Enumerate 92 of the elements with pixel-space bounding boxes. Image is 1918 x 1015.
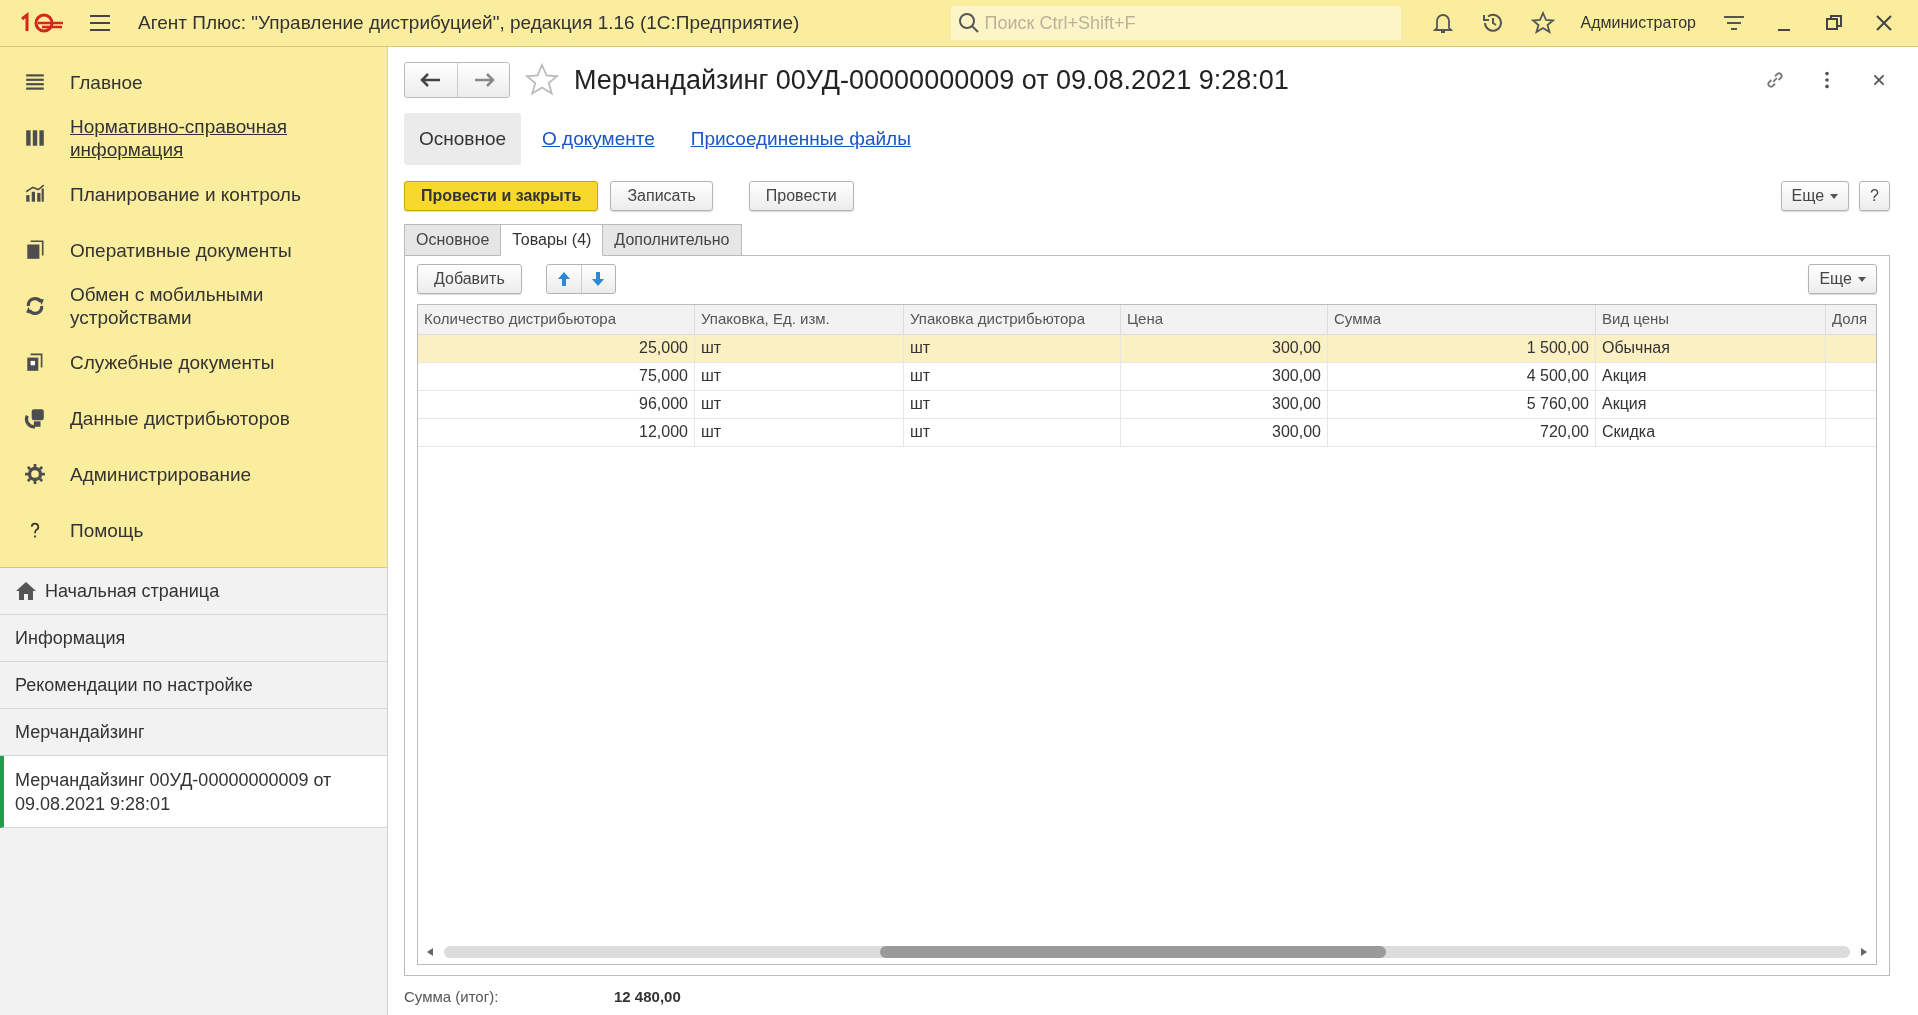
caret-icon: [1858, 277, 1866, 283]
search-field[interactable]: Поиск Ctrl+Shift+F: [950, 6, 1401, 40]
column-header[interactable]: Упаковка, Ед. изм.: [695, 305, 904, 334]
table-cell: Скидка: [1602, 423, 1656, 440]
table-row[interactable]: 75,000 шт шт 300,00 4 500,00 Акция: [418, 363, 1876, 391]
table-cell: шт: [701, 395, 722, 412]
table-cell: 300,00: [1272, 339, 1321, 356]
total-value: 12 480,00: [614, 987, 681, 1005]
nav-tab[interactable]: Присоединенные файлы: [675, 113, 926, 165]
scroll-left-icon[interactable]: [426, 948, 434, 956]
nav-tab[interactable]: Основное: [404, 113, 522, 165]
table-cell: 4 500,00: [1526, 367, 1589, 384]
sidebar-item[interactable]: Нормативно-справочная информация: [70, 115, 387, 161]
sidebar-item[interactable]: Обмен с мобильными устройствами: [70, 283, 387, 329]
sidebar-item[interactable]: Служебные документы: [70, 350, 275, 374]
menu-icon[interactable]: [88, 13, 112, 33]
table-cell: Акция: [1602, 367, 1647, 384]
user-name[interactable]: Администратор: [1580, 14, 1696, 32]
section-icon: [24, 407, 46, 429]
table-cell: 96,000: [639, 395, 688, 412]
search-icon: [956, 11, 981, 35]
caret-icon: [1830, 194, 1839, 200]
command-button[interactable]: Провести: [748, 181, 854, 211]
section-icon: [24, 71, 46, 93]
arrow-left-icon: [420, 72, 442, 88]
sidebar-item[interactable]: Планирование и контроль: [70, 182, 301, 206]
scroll-right-icon[interactable]: [1860, 948, 1868, 956]
open-window-item[interactable]: Мерчандайзинг 00УД-00000000009 от 09.08.2021 9:28:01: [0, 756, 387, 828]
column-header[interactable]: Доля: [1826, 305, 1876, 334]
section-icon: [24, 463, 46, 485]
add-button[interactable]: Добавить: [417, 264, 522, 294]
sidebar-item[interactable]: Администрирование: [70, 462, 252, 486]
document-title: Мерчандайзинг 00УД-00000000009 от 09.08.2021 9:28:01: [574, 64, 1289, 96]
table-cell: шт: [910, 339, 931, 356]
section-icon: [24, 127, 46, 149]
sidebar-item[interactable]: Помощь: [70, 518, 144, 542]
help-button[interactable]: ?: [1859, 181, 1890, 211]
table-cell: 5 760,00: [1526, 395, 1589, 412]
arrow-down-icon: [591, 271, 606, 287]
home-icon: [15, 580, 37, 602]
arrow-up-icon: [556, 271, 571, 287]
table-row[interactable]: 96,000 шт шт 300,00 5 760,00 Акция: [418, 391, 1876, 419]
tab[interactable]: Основное: [404, 224, 502, 256]
total-label: Сумма (итог):: [404, 987, 500, 1005]
section-icon: [24, 295, 46, 317]
bell-icon[interactable]: [1430, 11, 1455, 35]
history-icon[interactable]: [1480, 11, 1505, 35]
section-icon: [24, 183, 46, 205]
sidebar-item[interactable]: Данные дистрибьюторов: [70, 406, 290, 430]
tab[interactable]: Товары (4): [500, 224, 604, 256]
arrow-right-icon: [472, 72, 495, 88]
open-window-item[interactable]: Рекомендации по настройке: [0, 662, 387, 709]
table-cell: Обычная: [1602, 339, 1670, 356]
table-cell: 300,00: [1272, 395, 1321, 412]
table-cell: Акция: [1602, 395, 1647, 412]
table-cell: шт: [910, 367, 931, 384]
star-icon[interactable]: [1530, 11, 1555, 35]
section-icon: [24, 239, 46, 261]
column-header[interactable]: Упаковка дистрибьютора: [904, 305, 1121, 334]
table-cell: шт: [701, 367, 722, 384]
table-row[interactable]: 12,000 шт шт 300,00 720,00 Скидка: [418, 419, 1876, 447]
favorite-star-icon[interactable]: [524, 62, 560, 98]
link-icon[interactable]: [1764, 69, 1786, 91]
table-cell: шт: [701, 339, 722, 356]
table-cell: 12,000: [639, 423, 688, 440]
sidebar-item[interactable]: Главное: [70, 70, 143, 94]
logo-icon: [18, 11, 64, 35]
column-header[interactable]: Вид цены: [1596, 305, 1826, 334]
table-cell: 1 500,00: [1526, 339, 1589, 356]
more-button[interactable]: Еще: [1780, 181, 1850, 211]
open-window-item[interactable]: Начальная страница: [0, 568, 387, 615]
table-cell: шт: [701, 423, 722, 440]
table-cell: 300,00: [1272, 423, 1321, 440]
more-button[interactable]: Еще: [1808, 264, 1877, 294]
table-cell: шт: [910, 423, 931, 440]
command-button[interactable]: Провести и закрыть: [404, 181, 599, 211]
horizontal-scrollbar[interactable]: [444, 946, 1850, 958]
column-header[interactable]: Сумма: [1328, 305, 1596, 334]
column-header[interactable]: Цена: [1121, 305, 1328, 334]
window-title: Агент Плюс: "Управление дистрибуцией", редакция 1.16 (1С:Предприятие): [138, 12, 800, 34]
table-cell: 75,000: [639, 367, 688, 384]
column-header[interactable]: Количество дистрибьютора: [418, 305, 695, 334]
command-button[interactable]: Записать: [610, 181, 713, 211]
table-cell: шт: [910, 395, 931, 412]
open-window-item[interactable]: Информация: [0, 615, 387, 662]
table-cell: 300,00: [1272, 367, 1321, 384]
nav-tab[interactable]: О документе: [527, 113, 670, 165]
tab[interactable]: Дополнительно: [602, 224, 742, 256]
table-row[interactable]: 25,000 шт шт 300,00 1 500,00 Обычная: [418, 335, 1876, 363]
table-cell: 25,000: [639, 339, 688, 356]
sidebar-item[interactable]: Оперативные документы: [70, 238, 292, 262]
table-cell: 720,00: [1540, 423, 1589, 440]
